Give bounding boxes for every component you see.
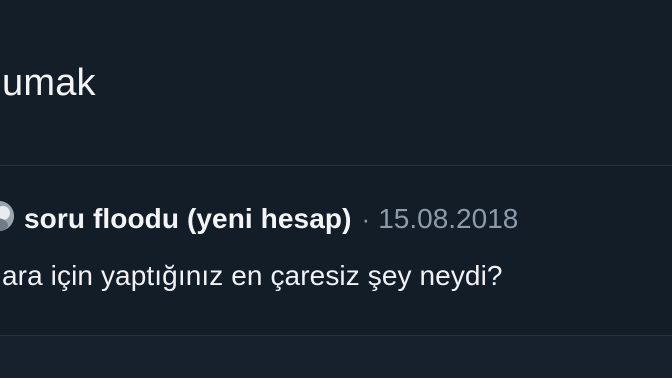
quoted-tweet-card[interactable] — [0, 166, 672, 336]
quoted-tweet-header: soru floodu (yeni hesap) · 15.08.2018 — [24, 203, 518, 237]
header-separator: · — [361, 204, 371, 234]
bottom-area — [0, 336, 672, 378]
tweet-date[interactable]: 15.08.2018 — [378, 203, 518, 235]
quoted-tweet-text: ara için yaptığınız en çaresiz şey neydi… — [2, 260, 503, 291]
author-name[interactable]: soru floodu (yeni hesap) — [24, 203, 352, 235]
tweet-screen: umak soru floodu (yeni hesap) · 15.08.20… — [0, 0, 672, 378]
tweet-text: umak — [2, 62, 96, 104]
